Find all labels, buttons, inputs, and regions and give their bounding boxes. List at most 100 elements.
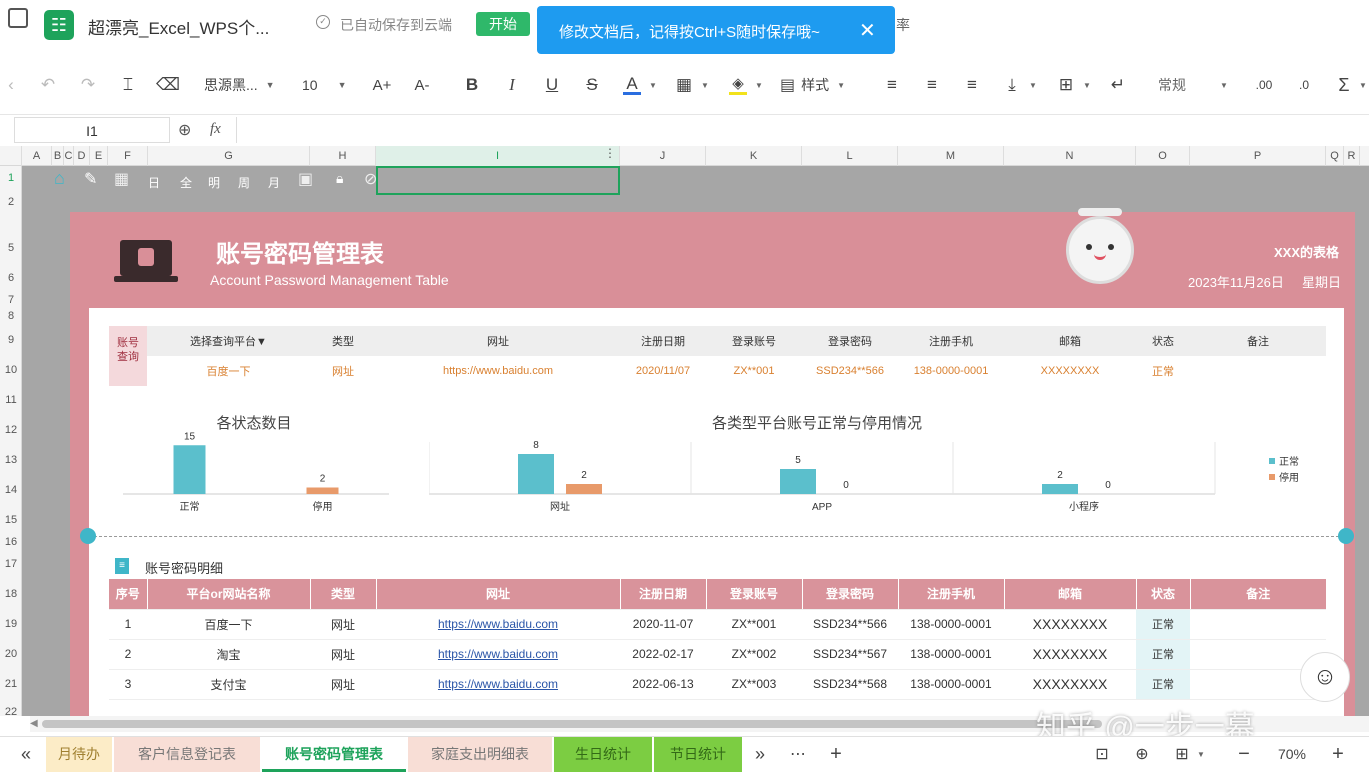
nav-week[interactable]: 周 bbox=[238, 174, 250, 191]
decrease-decimal-button[interactable]: .0 bbox=[1292, 70, 1316, 100]
row-header[interactable]: 8 bbox=[0, 310, 22, 322]
view-mode-icon[interactable]: ⊞ bbox=[1170, 737, 1194, 772]
borders-icon[interactable]: ▦ bbox=[672, 70, 696, 100]
web-icon[interactable]: ⊕ bbox=[1130, 737, 1154, 772]
decrease-font-button[interactable]: A- bbox=[408, 70, 436, 100]
format-painter-icon[interactable]: ⌶ bbox=[116, 70, 140, 100]
zoom-level[interactable]: 70% bbox=[1268, 737, 1316, 772]
cell-style-button[interactable]: ▤ 样式 ▼ bbox=[780, 70, 856, 100]
col-header-j[interactable]: J bbox=[620, 146, 706, 166]
nav-all[interactable]: 全 bbox=[180, 174, 192, 191]
nav-day[interactable]: 日 bbox=[148, 174, 160, 191]
bold-button[interactable]: B bbox=[460, 70, 484, 100]
divider-handle-left[interactable] bbox=[80, 528, 96, 544]
align-center-icon[interactable]: ≡ bbox=[920, 70, 944, 100]
col-header-b[interactable]: B bbox=[52, 146, 64, 166]
assistant-avatar[interactable]: ☺ bbox=[1300, 652, 1350, 702]
more-icon[interactable]: ⋮ bbox=[604, 146, 616, 160]
chevron-down-icon[interactable]: ▼ bbox=[700, 70, 710, 100]
row-header[interactable]: 21 bbox=[0, 678, 22, 690]
align-left-icon[interactable]: ≡ bbox=[880, 70, 904, 100]
col-header-n[interactable]: N bbox=[1004, 146, 1136, 166]
row-header[interactable]: 12 bbox=[0, 424, 22, 436]
strikethrough-button[interactable]: S bbox=[580, 70, 604, 100]
row-header[interactable]: 16 bbox=[0, 536, 22, 548]
row-header[interactable]: 11 bbox=[0, 394, 22, 406]
name-box[interactable]: I1 bbox=[14, 117, 170, 143]
col-header-e[interactable]: E bbox=[90, 146, 108, 166]
scrollbar-thumb[interactable] bbox=[42, 720, 1102, 728]
number-format-select[interactable]: 常规 ▼ bbox=[1158, 70, 1240, 100]
divider-handle-right[interactable] bbox=[1338, 528, 1354, 544]
col-header-c[interactable]: C bbox=[64, 146, 74, 166]
col-header-h[interactable]: H bbox=[310, 146, 376, 166]
row-header[interactable]: 10 bbox=[0, 364, 22, 376]
close-icon[interactable]: ✕ bbox=[859, 18, 876, 43]
chevron-down-icon[interactable]: ▼ bbox=[1082, 70, 1092, 100]
underline-button[interactable]: U bbox=[540, 70, 564, 100]
image-icon[interactable]: ▣ bbox=[298, 169, 313, 189]
italic-button[interactable]: I bbox=[500, 70, 524, 100]
url-link[interactable]: https://www.baidu.com bbox=[376, 639, 620, 670]
row-header[interactable]: 20 bbox=[0, 648, 22, 660]
nav-month[interactable]: 月 bbox=[268, 174, 280, 191]
tab-family-expense[interactable]: 家庭支出明细表 bbox=[408, 737, 552, 772]
col-header-g[interactable]: G bbox=[148, 146, 310, 166]
vertical-align-icon[interactable]: ⤓ bbox=[1000, 70, 1024, 100]
url-link[interactable]: https://www.baidu.com bbox=[376, 609, 620, 640]
row-header[interactable]: 22 bbox=[0, 706, 22, 718]
col-header-d[interactable]: D bbox=[74, 146, 90, 166]
selected-cell-i1[interactable] bbox=[376, 166, 620, 195]
chevron-down-icon[interactable]: ▼ bbox=[1028, 70, 1038, 100]
eraser-icon[interactable]: ⌫ bbox=[156, 70, 180, 100]
start-button[interactable]: 开始 bbox=[476, 12, 530, 36]
wrap-text-icon[interactable]: ↵ bbox=[1106, 70, 1130, 100]
formula-input[interactable] bbox=[236, 117, 1369, 143]
chevron-down-icon[interactable]: ▼ bbox=[754, 70, 764, 100]
row-header[interactable]: 6 bbox=[0, 272, 22, 284]
chevron-left-icon[interactable]: ‹ bbox=[4, 70, 18, 100]
col-header-k[interactable]: K bbox=[706, 146, 802, 166]
col-header-a[interactable]: A bbox=[22, 146, 52, 166]
row-header[interactable]: 19 bbox=[0, 618, 22, 630]
fx-icon[interactable]: fx bbox=[210, 121, 221, 138]
chevron-down-icon[interactable]: ▼ bbox=[1196, 737, 1206, 772]
url-link[interactable]: https://www.baidu.com bbox=[376, 669, 620, 700]
redo-icon[interactable]: ↷ bbox=[76, 70, 100, 100]
zoom-out-button[interactable]: − bbox=[1232, 737, 1256, 772]
row-header[interactable]: 1 bbox=[0, 172, 22, 184]
nav-tomorrow[interactable]: 明 bbox=[208, 174, 220, 191]
tab-holiday-stats[interactable]: 节日统计 bbox=[654, 737, 742, 772]
zoom-in-button[interactable]: + bbox=[1326, 737, 1350, 772]
align-right-icon[interactable]: ≡ bbox=[960, 70, 984, 100]
tab-customer-info[interactable]: 客户信息登记表 bbox=[114, 737, 260, 772]
document-title[interactable]: 超漂亮_Excel_WPS个... bbox=[88, 14, 269, 39]
fill-color-button[interactable]: ◈ bbox=[726, 70, 750, 100]
sum-button[interactable]: Σ bbox=[1332, 70, 1356, 100]
font-color-button[interactable]: A bbox=[620, 70, 644, 100]
col-header-i[interactable]: I bbox=[376, 146, 620, 166]
select-all-corner[interactable] bbox=[0, 146, 22, 166]
increase-font-button[interactable]: A+ bbox=[368, 70, 396, 100]
row-header[interactable]: 9 bbox=[0, 334, 22, 346]
row-header[interactable]: 7 bbox=[0, 294, 22, 306]
col-header-l[interactable]: L bbox=[802, 146, 898, 166]
undo-icon[interactable]: ↶ bbox=[36, 70, 60, 100]
row-header[interactable]: 13 bbox=[0, 454, 22, 466]
col-header-f[interactable]: F bbox=[108, 146, 148, 166]
query-platform-select[interactable]: 选择查询平台▼ bbox=[147, 326, 310, 356]
increase-decimal-button[interactable]: .00 bbox=[1252, 70, 1276, 100]
row-header[interactable]: 18 bbox=[0, 588, 22, 600]
font-name-select[interactable]: 思源黑... ▼ bbox=[204, 70, 290, 100]
home-icon[interactable]: ⌂ bbox=[54, 168, 65, 189]
chevron-down-icon[interactable]: ▼ bbox=[1358, 70, 1368, 100]
tab-monthly-todo[interactable]: 月待办 bbox=[46, 737, 112, 772]
pen-icon[interactable]: ✎ bbox=[84, 169, 97, 189]
protect-icon[interactable]: ⊡ bbox=[1090, 737, 1114, 772]
row-header[interactable]: 17 bbox=[0, 558, 22, 570]
col-header-q[interactable]: Q bbox=[1326, 146, 1344, 166]
col-header-m[interactable]: M bbox=[898, 146, 1004, 166]
row-header[interactable]: 2 bbox=[0, 196, 22, 208]
sheet-canvas[interactable]: ⌂ ✎ ▦ 日 全 明 周 月 ▣ 🔒︎ ⊘ 账号密码管理表 Account P… bbox=[22, 166, 1369, 716]
row-header[interactable]: 5 bbox=[0, 242, 22, 254]
